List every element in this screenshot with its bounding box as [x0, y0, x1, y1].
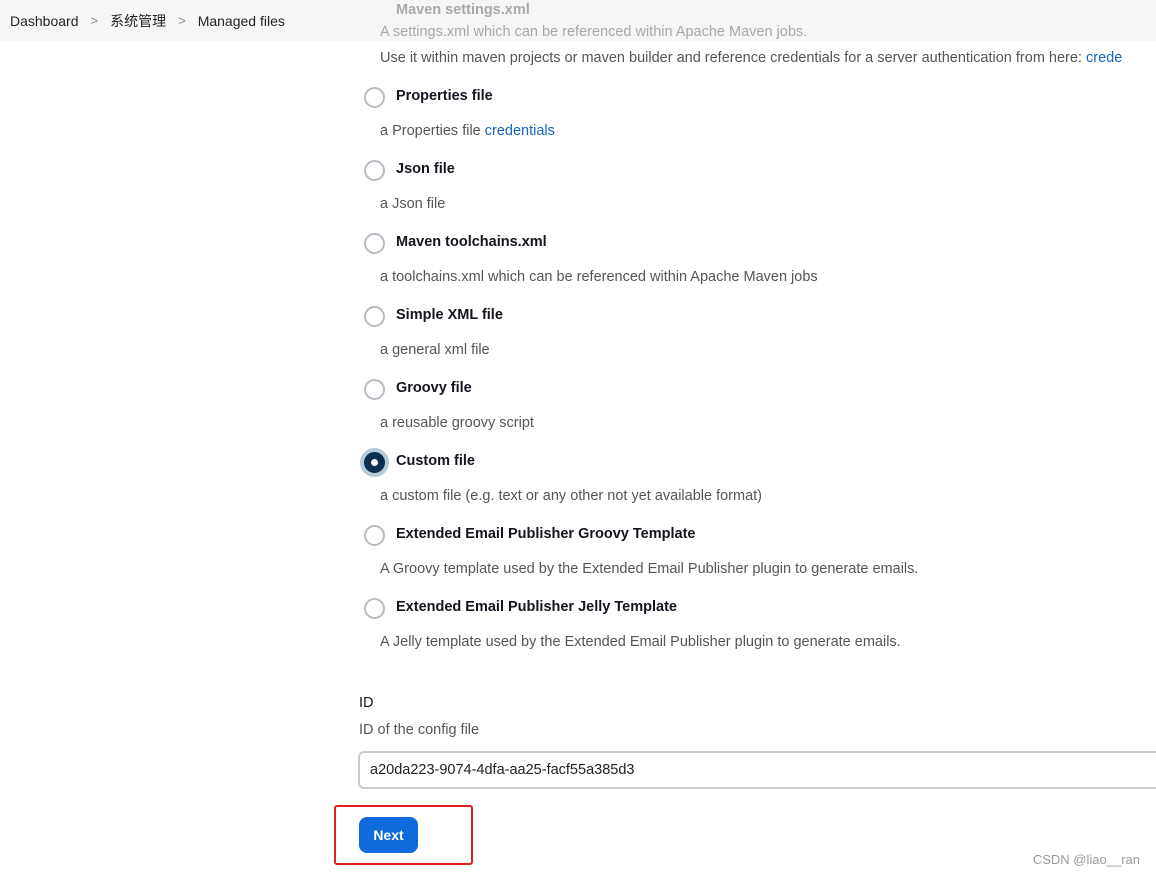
- option-label[interactable]: Extended Email Publisher Jelly Template: [396, 599, 677, 615]
- radio-button[interactable]: [364, 598, 385, 619]
- option-label[interactable]: Maven toolchains.xml: [396, 234, 547, 250]
- option-label[interactable]: Custom file: [396, 453, 475, 469]
- chevron-right-icon: >: [178, 13, 186, 28]
- radio-button[interactable]: [364, 379, 385, 400]
- breadcrumb-dashboard[interactable]: Dashboard: [10, 13, 79, 29]
- option-description: a toolchains.xml which can be referenced…: [380, 269, 818, 285]
- option-description: A settings.xml which can be referenced w…: [380, 24, 808, 40]
- option-label[interactable]: Json file: [396, 161, 455, 177]
- id-input[interactable]: [358, 751, 1156, 789]
- chevron-right-icon: >: [90, 13, 99, 28]
- option-label[interactable]: Simple XML file: [396, 307, 503, 323]
- watermark: CSDN @liao__ran: [1032, 852, 1140, 867]
- id-label: ID: [359, 695, 374, 711]
- next-button[interactable]: Next: [359, 817, 418, 853]
- radio-button[interactable]: [360, 448, 389, 477]
- breadcrumb-system-management[interactable]: 系统管理: [110, 11, 166, 31]
- option-description: a custom file (e.g. text or any other no…: [380, 488, 763, 504]
- radio-button[interactable]: [364, 160, 385, 181]
- option-description: A Groovy template used by the Extended E…: [380, 561, 919, 577]
- option-description: A Jelly template used by the Extended Em…: [380, 634, 901, 650]
- option-label: Maven settings.xml: [396, 2, 530, 18]
- radio-button[interactable]: [364, 306, 385, 327]
- radio-button[interactable]: [364, 233, 385, 254]
- option-label[interactable]: Extended Email Publisher Groovy Template: [396, 526, 695, 542]
- option-description: a general xml file: [380, 342, 490, 358]
- radio-button[interactable]: [364, 87, 385, 108]
- credentials-link[interactable]: credentials: [485, 123, 555, 139]
- option-description: a Json file: [380, 196, 446, 212]
- option-description: a Properties file credentials: [380, 123, 555, 139]
- id-help: ID of the config file: [359, 722, 480, 738]
- option-description: a reusable groovy script: [380, 415, 534, 431]
- option-label[interactable]: Properties file: [396, 88, 493, 104]
- credentials-link[interactable]: crede: [1086, 50, 1122, 66]
- radio-button[interactable]: [364, 525, 385, 546]
- breadcrumb-managed-files[interactable]: Managed files: [198, 13, 285, 29]
- option-label[interactable]: Groovy file: [396, 380, 472, 396]
